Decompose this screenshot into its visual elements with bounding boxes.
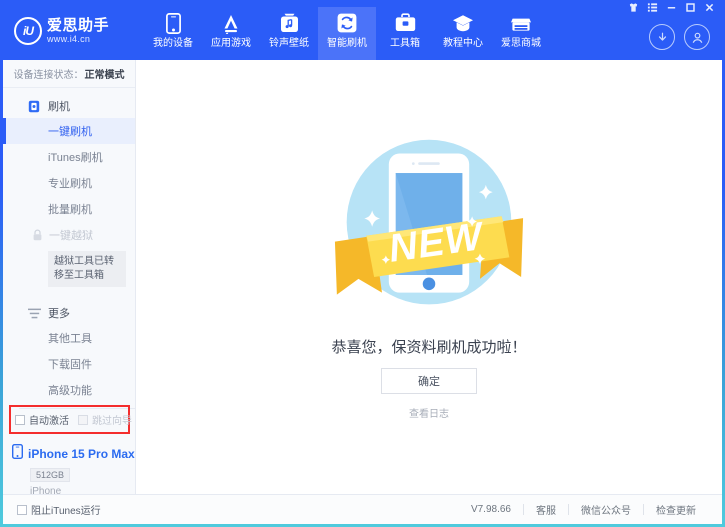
- nav-label: 铃声壁纸: [269, 38, 309, 49]
- device-name-row: iPhone 15 Pro Max: [11, 443, 135, 464]
- sidebar-item-batch-flash[interactable]: 批量刷机: [3, 196, 135, 222]
- checkbox-label: 阻止iTunes运行: [31, 506, 101, 517]
- app-version: V7.98.66: [470, 504, 511, 515]
- sidebar-group-header: 更多: [3, 301, 135, 325]
- maximize-icon[interactable]: [682, 0, 699, 15]
- sidebar-group-more: 更多 其他工具 下载固件 高级功能: [3, 301, 135, 403]
- success-message: 恭喜您，保资料刷机成功啦！: [331, 339, 527, 356]
- nav-label: 应用游戏: [211, 38, 251, 49]
- logo-text: 爱思助手 www.i4.cn: [47, 16, 110, 45]
- sidebar-item-one-key-flash[interactable]: 一键刷机: [3, 118, 135, 144]
- sidebar-item-label: 一键刷机: [48, 126, 92, 138]
- menu-icon[interactable]: [644, 0, 661, 15]
- graduation-cap-icon: [452, 12, 474, 34]
- logo-url: www.i4.cn: [47, 33, 91, 44]
- connection-status-label: 设备连接状态：: [13, 70, 84, 81]
- sidebar-item-label: 高级功能: [48, 385, 92, 397]
- main-content: NEW 恭喜您，保资料刷机成功啦！ 确定 查看日志: [136, 60, 722, 494]
- jailbreak-moved-tooltip: 越狱工具已转移至工具箱: [48, 251, 126, 287]
- appstore-icon: [220, 12, 242, 34]
- shop-icon: [510, 12, 532, 34]
- sidebar-item-one-key-jailbreak: 一键越狱: [3, 222, 135, 248]
- sidebar-item-pro-flash[interactable]: 专业刷机: [3, 170, 135, 196]
- nav-item-mall[interactable]: 爱思商城: [492, 7, 550, 60]
- nav-label: 教程中心: [443, 38, 483, 49]
- checkbox-box[interactable]: [15, 414, 25, 425]
- link-check-update[interactable]: 检查更新: [644, 502, 708, 517]
- close-icon[interactable]: [701, 0, 718, 15]
- nav-item-toolbox[interactable]: 工具箱: [376, 7, 434, 60]
- sidebar-item-label: 下载固件: [48, 359, 92, 371]
- nav-item-apps-games[interactable]: 应用游戏: [202, 7, 260, 60]
- nav-label: 爱思商城: [501, 38, 541, 49]
- sidebar-group-header: 刷机: [3, 94, 135, 118]
- sidebar-item-label: iTunes刷机: [48, 152, 103, 164]
- app-logo[interactable]: iU 爱思助手 www.i4.cn: [14, 14, 136, 48]
- sidebar-item-label: 专业刷机: [48, 178, 92, 190]
- device-connection-status: 设备连接状态： 正常模式: [3, 60, 135, 88]
- sidebar-item-itunes-flash[interactable]: iTunes刷机: [3, 144, 135, 170]
- status-bar: 阻止iTunes运行 V7.98.66 客服 微信公众号 检查更新: [3, 494, 722, 524]
- header-actions: [649, 24, 710, 50]
- device-name: iPhone 15 Pro Max: [28, 447, 135, 461]
- flash-device-icon: [27, 99, 41, 113]
- checkbox-block-itunes[interactable]: 阻止iTunes运行: [17, 502, 101, 517]
- checkbox-label: 跳过向导: [92, 416, 132, 427]
- nav-item-ringtones-wallpapers[interactable]: 铃声壁纸: [260, 7, 318, 60]
- toolbox-icon: [395, 12, 416, 34]
- view-log-link[interactable]: 查看日志: [136, 405, 722, 420]
- checkbox-box: [78, 414, 88, 425]
- checkbox-label: 自动激活: [29, 416, 69, 427]
- minimize-icon[interactable]: [663, 0, 680, 15]
- nav-item-tutorial-center[interactable]: 教程中心: [434, 7, 492, 60]
- app-header: iU 爱思助手 www.i4.cn 我的设备 应用游戏 铃声壁纸 智能刷机 工具…: [3, 0, 722, 60]
- logo-brand: 爱思助手: [47, 16, 110, 34]
- sidebar-group-title: 刷机: [48, 101, 70, 113]
- sidebar-item-label: 批量刷机: [48, 204, 92, 216]
- confirm-button[interactable]: 确定: [381, 368, 477, 394]
- nav-label: 我的设备: [153, 38, 193, 49]
- device-capacity-badge: 512GB: [30, 468, 71, 482]
- app-window: iU 爱思助手 www.i4.cn 我的设备 应用游戏 铃声壁纸 智能刷机 工具…: [3, 0, 722, 524]
- sidebar-item-label: 其他工具: [48, 333, 92, 345]
- refresh-icon: [337, 12, 357, 34]
- nav-label: 智能刷机: [327, 38, 367, 49]
- sidebar-item-label: 一键越狱: [49, 230, 93, 242]
- checkbox-skip-wizard: 跳过向导: [78, 412, 132, 427]
- sidebar-group-flash: 刷机 一键刷机 iTunes刷机 专业刷机 批量刷机 一键越狱 越狱工具已转移至…: [3, 94, 135, 287]
- phone-icon: [165, 12, 181, 34]
- link-customer-service[interactable]: 客服: [524, 502, 568, 517]
- window-controls: [625, 0, 718, 15]
- more-list-icon: [27, 306, 41, 320]
- sidebar-item-download-firmware[interactable]: 下载固件: [3, 351, 135, 377]
- sidebar-group-title: 更多: [48, 308, 70, 320]
- download-icon[interactable]: [649, 24, 675, 50]
- status-bar-right: V7.98.66 客服 微信公众号 检查更新: [459, 495, 708, 524]
- main-nav: 我的设备 应用游戏 铃声壁纸 智能刷机 工具箱 教程中心 爱思商城: [144, 7, 550, 60]
- connected-device[interactable]: iPhone 15 Pro Max 512GB iPhone: [3, 440, 135, 497]
- checkbox-box[interactable]: [17, 504, 27, 515]
- skin-icon[interactable]: [625, 0, 642, 15]
- device-phone-icon: [11, 443, 24, 464]
- sidebar: 设备连接状态：正常模式 刷机 一键刷机 iTunes刷机 专业刷机 批量刷机: [3, 60, 136, 497]
- link-wechat-official[interactable]: 微信公众号: [569, 502, 643, 517]
- music-icon: [280, 12, 299, 34]
- nav-item-my-device[interactable]: 我的设备: [144, 7, 202, 60]
- lock-icon: [31, 229, 43, 242]
- new-phone-ribbon-illustration: NEW: [311, 128, 547, 329]
- nav-item-smart-flash[interactable]: 智能刷机: [318, 7, 376, 60]
- checkbox-auto-activate[interactable]: 自动激活: [15, 412, 69, 427]
- logo-mark-icon: iU: [14, 17, 42, 45]
- connection-status-value: 正常模式: [84, 70, 125, 81]
- status-bar-left: 阻止iTunes运行: [17, 495, 101, 524]
- sidebar-item-advanced-features[interactable]: 高级功能: [3, 377, 135, 403]
- sidebar-item-other-tools[interactable]: 其他工具: [3, 325, 135, 351]
- nav-label: 工具箱: [390, 38, 420, 49]
- user-account-icon[interactable]: [684, 24, 710, 50]
- flash-options: 自动激活 跳过向导: [9, 405, 132, 434]
